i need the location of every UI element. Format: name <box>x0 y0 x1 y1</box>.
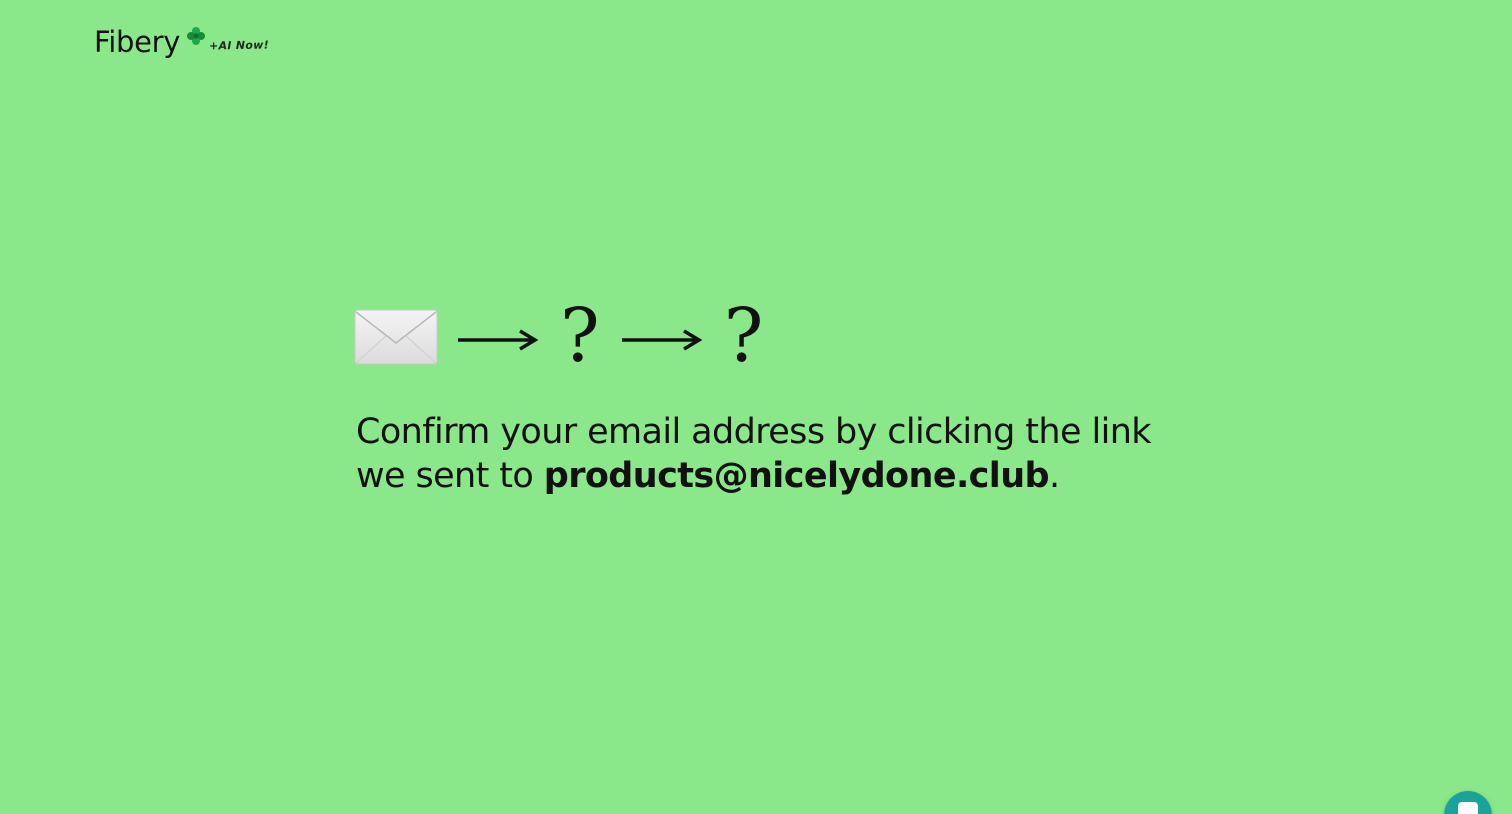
unknown-step-2: ? <box>723 293 764 379</box>
confirmation-flow: ? ? <box>354 293 764 380</box>
email-address: products@nicelydone.club <box>543 456 1050 496</box>
message-suffix: . <box>1048 456 1060 496</box>
fibery-logo[interactable]: Fibery +AI Now! <box>94 22 269 62</box>
chat-bubble-icon <box>1458 802 1478 814</box>
envelope-icon <box>354 305 438 372</box>
unknown-step-1: ? <box>560 293 600 379</box>
confirmation-message: Confirm your email address by clicking t… <box>356 410 1176 498</box>
logo-wordmark: Fibery <box>94 25 181 59</box>
arrow-right-icon <box>600 320 703 357</box>
arrow-right-icon <box>438 320 539 357</box>
chat-launcher-button[interactable] <box>1444 791 1492 814</box>
clover-icon <box>180 22 206 51</box>
ai-now-badge: +AI Now! <box>209 38 270 53</box>
